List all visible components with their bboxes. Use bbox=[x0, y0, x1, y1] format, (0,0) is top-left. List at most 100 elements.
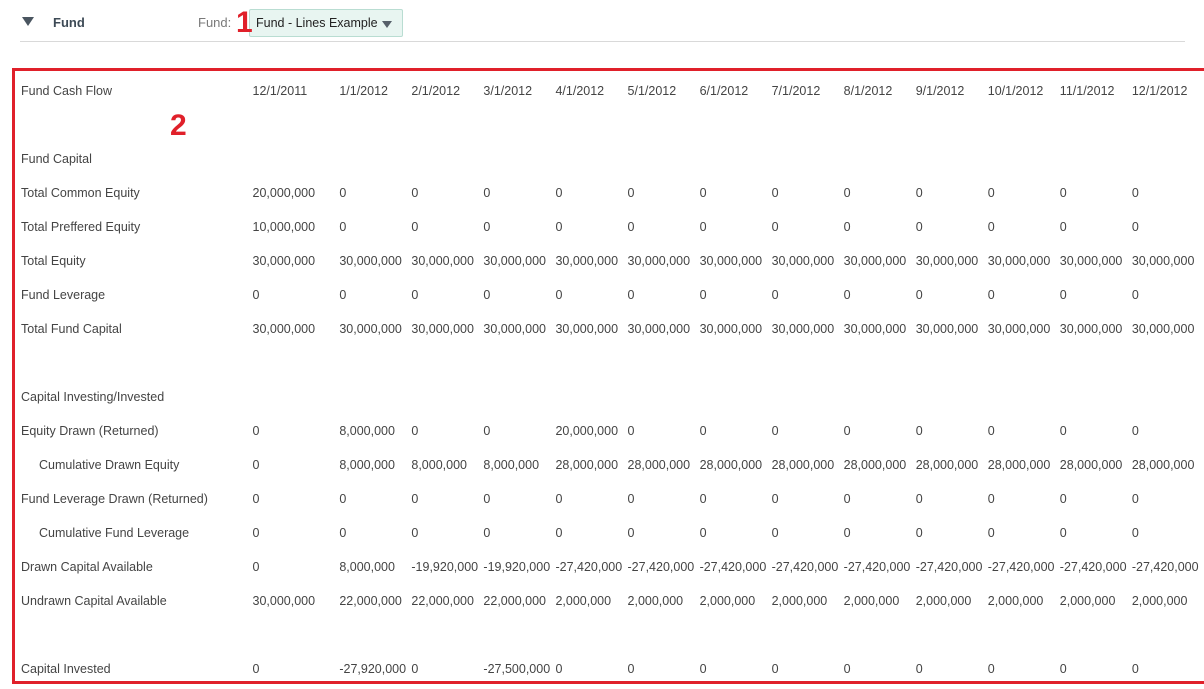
date-column-header: 5/1/2012 bbox=[627, 84, 677, 98]
table-cell: 8,000,000 bbox=[483, 458, 540, 472]
table-cell: 2,000,000 bbox=[555, 594, 612, 608]
row-label bbox=[21, 108, 253, 142]
date-column-header: 3/1/2012 bbox=[483, 84, 533, 98]
table-cell bbox=[844, 618, 916, 652]
table-row: Total Fund Capital 30,000,000 30,000,000 30… bbox=[21, 312, 1204, 346]
table-cell: 28,000,000 bbox=[771, 458, 835, 472]
table-cell bbox=[411, 142, 483, 176]
table-cell: 0 bbox=[699, 220, 707, 234]
table-cell: 0 bbox=[483, 424, 491, 438]
table-cell: 0 bbox=[627, 662, 635, 676]
table-cell: 0 bbox=[411, 526, 419, 540]
table-cell bbox=[1060, 142, 1132, 176]
table-cell bbox=[844, 108, 916, 142]
row-label bbox=[21, 618, 253, 652]
table-cell: 0 bbox=[771, 662, 779, 676]
table-cell: 0 bbox=[987, 526, 995, 540]
table-cell: 0 bbox=[1131, 424, 1139, 438]
table-cell: 28,000,000 bbox=[699, 458, 763, 472]
table-cell: 2,000,000 bbox=[915, 594, 972, 608]
table-cell: 30,000,000 bbox=[771, 322, 835, 336]
table-cell: 30,000,000 bbox=[1059, 254, 1123, 268]
table-cell: 30,000,000 bbox=[555, 254, 619, 268]
table-cell bbox=[253, 380, 340, 414]
table-row: Fund Leverage 0 0 0 0 0 0 0 0 0 0 0 0 0 bbox=[21, 278, 1204, 312]
table-cell bbox=[253, 618, 340, 652]
table-cell: 0 bbox=[771, 288, 779, 302]
table-cell bbox=[772, 618, 844, 652]
table-cell: 0 bbox=[339, 186, 347, 200]
table-cell: 0 bbox=[483, 288, 491, 302]
date-column-header: 10/1/2012 bbox=[987, 84, 1044, 98]
fund-cash-flow-table: Fund Cash Flow 12/1/2011 1/1/2012 2/1/2012 3… bbox=[21, 74, 1204, 686]
table-cell: 28,000,000 bbox=[843, 458, 907, 472]
table-row bbox=[21, 108, 1204, 142]
table-row: Fund Leverage Drawn (Returned) 0 0 0 0 0 0 0 0 0 0… bbox=[21, 482, 1204, 516]
table-cell bbox=[1132, 142, 1204, 176]
table-cell: 30,000,000 bbox=[915, 322, 979, 336]
table-cell bbox=[483, 346, 555, 380]
table-cell bbox=[700, 346, 772, 380]
table-cell: 30,000,000 bbox=[627, 254, 691, 268]
table-cell bbox=[1060, 108, 1132, 142]
table-cell: 0 bbox=[555, 492, 563, 506]
table-cell bbox=[916, 142, 988, 176]
table-row bbox=[21, 346, 1204, 380]
table-cell bbox=[339, 346, 411, 380]
table-cell: 0 bbox=[252, 458, 260, 472]
table-cell: 0 bbox=[252, 288, 260, 302]
table-cell: 0 bbox=[915, 288, 923, 302]
row-label: Equity Drawn (Returned) bbox=[21, 424, 159, 438]
table-cell: 0 bbox=[339, 220, 347, 234]
date-column-header: 8/1/2012 bbox=[843, 84, 893, 98]
table-cell: 0 bbox=[252, 492, 260, 506]
date-column-header: 4/1/2012 bbox=[555, 84, 605, 98]
table-cell: 2,000,000 bbox=[843, 594, 900, 608]
table-cell: 0 bbox=[771, 220, 779, 234]
date-column-header: 9/1/2012 bbox=[915, 84, 965, 98]
table-cell: 0 bbox=[483, 492, 491, 506]
table-cell: 30,000,000 bbox=[339, 254, 402, 268]
table-cell: 0 bbox=[1131, 186, 1139, 200]
table-cell: 0 bbox=[771, 526, 779, 540]
table-cell: 0 bbox=[1131, 288, 1139, 302]
table-cell bbox=[628, 346, 700, 380]
table-cell bbox=[483, 108, 555, 142]
table-cell bbox=[483, 142, 555, 176]
table-cell: -27,420,000 bbox=[699, 560, 767, 574]
table-cell: 30,000,000 bbox=[987, 322, 1051, 336]
table-cell: -27,420,000 bbox=[843, 560, 911, 574]
table-cell bbox=[555, 618, 627, 652]
table-cell: 0 bbox=[411, 492, 419, 506]
row-label: Undrawn Capital Available bbox=[21, 594, 167, 608]
table-cell bbox=[844, 142, 916, 176]
row-label bbox=[21, 346, 253, 380]
table-cell: 0 bbox=[627, 220, 635, 234]
table-cell: 30,000,000 bbox=[252, 322, 316, 336]
table-row: Total Equity 30,000,000 30,000,000 30,000,0… bbox=[21, 244, 1204, 278]
table-header-label: Fund Cash Flow bbox=[21, 84, 113, 98]
table-cell: 0 bbox=[1059, 526, 1067, 540]
table-cell: 0 bbox=[843, 186, 851, 200]
table-cell bbox=[916, 346, 988, 380]
table-cell bbox=[844, 346, 916, 380]
table-cell: 22,000,000 bbox=[483, 594, 546, 608]
table-cell: 28,000,000 bbox=[1131, 458, 1195, 472]
table-cell: 22,000,000 bbox=[411, 594, 474, 608]
table-cell: 30,000,000 bbox=[843, 322, 907, 336]
row-label: Total Preffered Equity bbox=[21, 220, 141, 234]
table-cell: -19,920,000 bbox=[411, 560, 479, 574]
table-cell: 30,000,000 bbox=[411, 322, 474, 336]
table-cell: 0 bbox=[699, 492, 707, 506]
table-cell: 0 bbox=[699, 288, 707, 302]
table-cell: 0 bbox=[411, 662, 419, 676]
table-cell: 0 bbox=[1059, 492, 1067, 506]
table-cell bbox=[253, 108, 340, 142]
table-cell: 10,000,000 bbox=[252, 220, 316, 234]
table-cell: 28,000,000 bbox=[915, 458, 979, 472]
table-cell: 0 bbox=[252, 560, 260, 574]
row-label: Capital Investing/Invested bbox=[21, 390, 165, 404]
table-cell: 30,000,000 bbox=[699, 254, 763, 268]
row-label: Fund Leverage Drawn (Returned) bbox=[21, 492, 208, 506]
table-cell: -27,420,000 bbox=[627, 560, 695, 574]
